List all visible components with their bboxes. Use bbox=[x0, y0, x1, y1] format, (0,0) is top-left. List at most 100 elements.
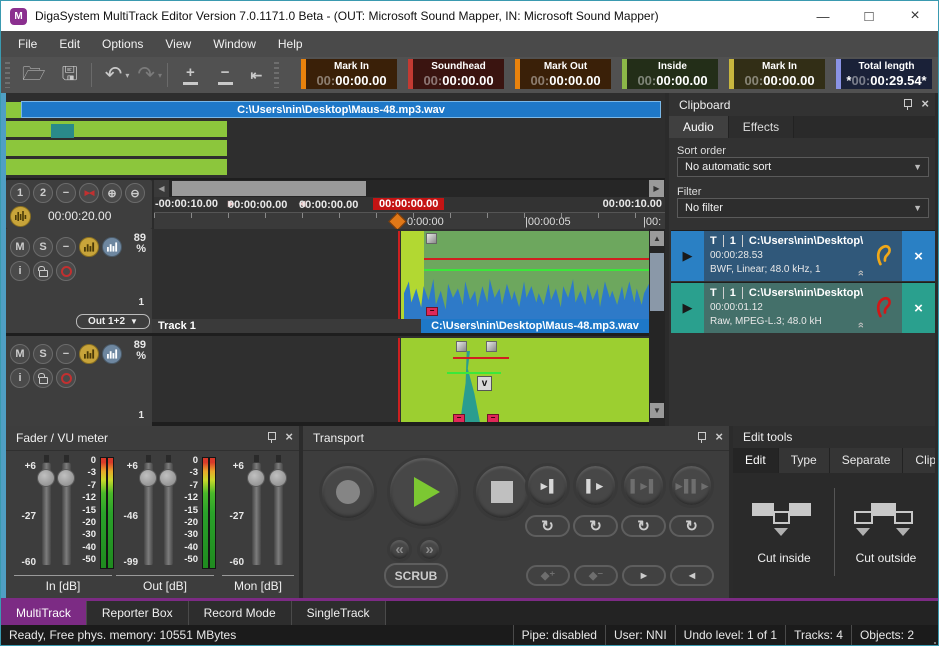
expand-icon[interactable]: » bbox=[855, 270, 866, 276]
scrub-button[interactable]: SCRUB bbox=[384, 563, 448, 588]
clipboard-item-2[interactable]: ▶ T1C:\Users\nin\Desktop\ 00:00:01.12 Ra… bbox=[671, 282, 935, 333]
tab-multitrack[interactable]: MultiTrack bbox=[1, 601, 87, 625]
remove-icon[interactable]: × bbox=[902, 231, 935, 281]
clip2-v-button[interactable]: v bbox=[477, 376, 492, 391]
loop-3-button[interactable]: ↻ bbox=[621, 515, 666, 537]
pin-icon[interactable] bbox=[902, 98, 912, 110]
cut-inside-button[interactable]: Cut inside bbox=[741, 493, 827, 573]
track1-mute-button[interactable]: M bbox=[10, 237, 30, 257]
open-file-icon[interactable]: 🗁 bbox=[22, 60, 46, 90]
scroll-up-icon[interactable]: ▲ bbox=[650, 231, 664, 246]
menu-edit[interactable]: Edit bbox=[48, 31, 91, 57]
timeline-tick-ruler[interactable]: 0:00:00 |00:00:05 |00: bbox=[154, 212, 665, 230]
cut-outside-button[interactable]: Cut outside bbox=[843, 493, 929, 573]
clip2-gain-line-red[interactable] bbox=[453, 357, 509, 359]
overview-file-bar[interactable]: C:\Users\nin\Desktop\Maus-48.mp3.wav bbox=[21, 101, 661, 118]
tab-clip-insert[interactable]: Clip & I bbox=[903, 448, 935, 473]
slider-knob[interactable] bbox=[37, 469, 55, 487]
tab-type[interactable]: Type bbox=[779, 448, 830, 473]
tab-reporter-box[interactable]: Reporter Box bbox=[87, 601, 189, 625]
tab-edit[interactable]: Edit bbox=[733, 448, 779, 473]
track2-lock-button[interactable] bbox=[33, 368, 53, 388]
close-panel-icon[interactable]: × bbox=[921, 98, 929, 110]
goto-marks-button[interactable]: ▶◀ bbox=[79, 183, 99, 203]
track1-meter-blue-button[interactable] bbox=[102, 237, 122, 257]
hscrollbar-thumb[interactable] bbox=[172, 181, 366, 196]
fader-slider-r[interactable] bbox=[164, 463, 173, 565]
fader-slider-l[interactable] bbox=[252, 463, 261, 565]
close-icon[interactable]: × bbox=[892, 1, 938, 31]
play-button[interactable] bbox=[387, 455, 461, 529]
resize-grip[interactable] bbox=[934, 642, 936, 644]
track1-meter-gold-button[interactable] bbox=[79, 237, 99, 257]
track2-meter-blue-button[interactable] bbox=[102, 344, 122, 364]
redo-icon[interactable]: ↷ bbox=[137, 60, 155, 90]
prelisten-ear-icon[interactable] bbox=[866, 283, 902, 333]
minimize-icon[interactable]: — bbox=[800, 1, 846, 31]
tab-effects[interactable]: Effects bbox=[729, 116, 794, 138]
clip1-file-label[interactable]: C:\Users\nin\Desktop\Maus-48.mp3.wav bbox=[421, 319, 649, 333]
play-selection-button[interactable]: ▌►▌ bbox=[621, 463, 666, 508]
track1-output-select[interactable]: Out 1+2▼ bbox=[76, 314, 150, 329]
clip2-handle-a[interactable] bbox=[456, 341, 467, 352]
fader-slider-r[interactable] bbox=[62, 463, 71, 565]
remove-marker-button[interactable]: ◆⁻ bbox=[574, 565, 618, 586]
timeline-hscrollbar[interactable]: ◀ ▶ bbox=[154, 180, 665, 197]
pin-icon[interactable] bbox=[696, 431, 706, 443]
play-icon[interactable]: ▶ bbox=[671, 283, 704, 333]
menu-window[interactable]: Window bbox=[202, 31, 267, 57]
track1-lock-button[interactable] bbox=[33, 261, 53, 281]
track2-info-button[interactable]: i bbox=[10, 368, 30, 388]
track1-label-bar[interactable]: Track 1 C:\Users\nin\Desktop\Maus-48.mp3… bbox=[152, 319, 649, 333]
play-from-mark-button[interactable]: ▌► bbox=[573, 463, 618, 508]
menu-help[interactable]: Help bbox=[267, 31, 314, 57]
play-to-mark-button[interactable]: ►▌ bbox=[525, 463, 570, 508]
expand-icon[interactable]: » bbox=[855, 322, 866, 328]
track1-info-button[interactable]: i bbox=[10, 261, 30, 281]
overview-track4-bar[interactable] bbox=[6, 159, 227, 175]
clip2-handle-b[interactable] bbox=[486, 341, 497, 352]
fader-slider-r[interactable] bbox=[274, 463, 283, 565]
overview-clip-marker[interactable] bbox=[51, 124, 74, 138]
prev-marker-button[interactable]: ◄ bbox=[670, 565, 714, 586]
project-overview[interactable]: C:\Users\nin\Desktop\Maus-48.mp3.wav bbox=[6, 93, 665, 178]
next-marker-button[interactable]: ► bbox=[622, 565, 666, 586]
tab-audio[interactable]: Audio bbox=[669, 116, 729, 138]
scroll-left-icon[interactable]: ◀ bbox=[154, 180, 169, 197]
track1-minimize-button[interactable]: − bbox=[56, 237, 76, 257]
clipboard-item-1[interactable]: ▶ T1C:\Users\nin\Desktop\ 00:00:28.53 BW… bbox=[671, 230, 935, 281]
clip2-body[interactable] bbox=[401, 338, 649, 422]
play-around-button[interactable]: ►▌▌► bbox=[669, 463, 714, 508]
remove-marker-button[interactable]: − bbox=[56, 183, 76, 203]
slider-knob[interactable] bbox=[269, 469, 287, 487]
zoom-out-button[interactable]: ⊖ bbox=[125, 183, 145, 203]
tab-record-mode[interactable]: Record Mode bbox=[189, 601, 292, 625]
clipboard-item-2-body[interactable]: T1C:\Users\nin\Desktop\ 00:00:01.12 Raw,… bbox=[704, 283, 866, 333]
filter-select[interactable]: No filter▼ bbox=[677, 198, 929, 218]
vscrollbar-thumb[interactable] bbox=[650, 253, 664, 311]
scroll-down-icon[interactable]: ▼ bbox=[650, 403, 664, 418]
loop-1-button[interactable]: ↻ bbox=[525, 515, 570, 537]
menu-options[interactable]: Options bbox=[91, 31, 154, 57]
fader-slider-l[interactable] bbox=[42, 463, 51, 565]
clip1-gain-line-red[interactable] bbox=[424, 258, 649, 260]
undo-icon[interactable]: ↶ bbox=[105, 60, 123, 90]
toolbar-grip[interactable] bbox=[5, 62, 10, 88]
remove-icon[interactable]: × bbox=[902, 283, 935, 333]
track2-meter-gold-button[interactable] bbox=[79, 344, 99, 364]
overview-track3-bar[interactable] bbox=[6, 140, 227, 156]
marker-2-button[interactable]: 2 bbox=[33, 183, 53, 203]
skip-forward-button[interactable]: » bbox=[417, 537, 442, 562]
waveform-zoom-button[interactable] bbox=[10, 206, 31, 227]
add-marker-button[interactable]: ◆⁺ bbox=[526, 565, 570, 586]
zoom-in-button[interactable]: ⊕ bbox=[102, 183, 122, 203]
clipboard-item-1-body[interactable]: T1C:\Users\nin\Desktop\ 00:00:28.53 BWF,… bbox=[704, 231, 866, 281]
maximize-icon[interactable]: □ bbox=[846, 1, 892, 31]
close-panel-icon[interactable]: × bbox=[715, 431, 723, 443]
tracks-vscrollbar[interactable]: ▲ ▼ bbox=[649, 229, 665, 426]
record-button[interactable] bbox=[319, 463, 377, 521]
zoom-out-amplitude-icon[interactable]: − bbox=[218, 66, 233, 85]
timeline-ruler[interactable]: -00:00:10.00 ▶ 00:00:00.00 ◀ 00:00:00.00… bbox=[154, 197, 665, 212]
track1-record-arm-button[interactable] bbox=[56, 261, 76, 281]
menu-view[interactable]: View bbox=[154, 31, 202, 57]
